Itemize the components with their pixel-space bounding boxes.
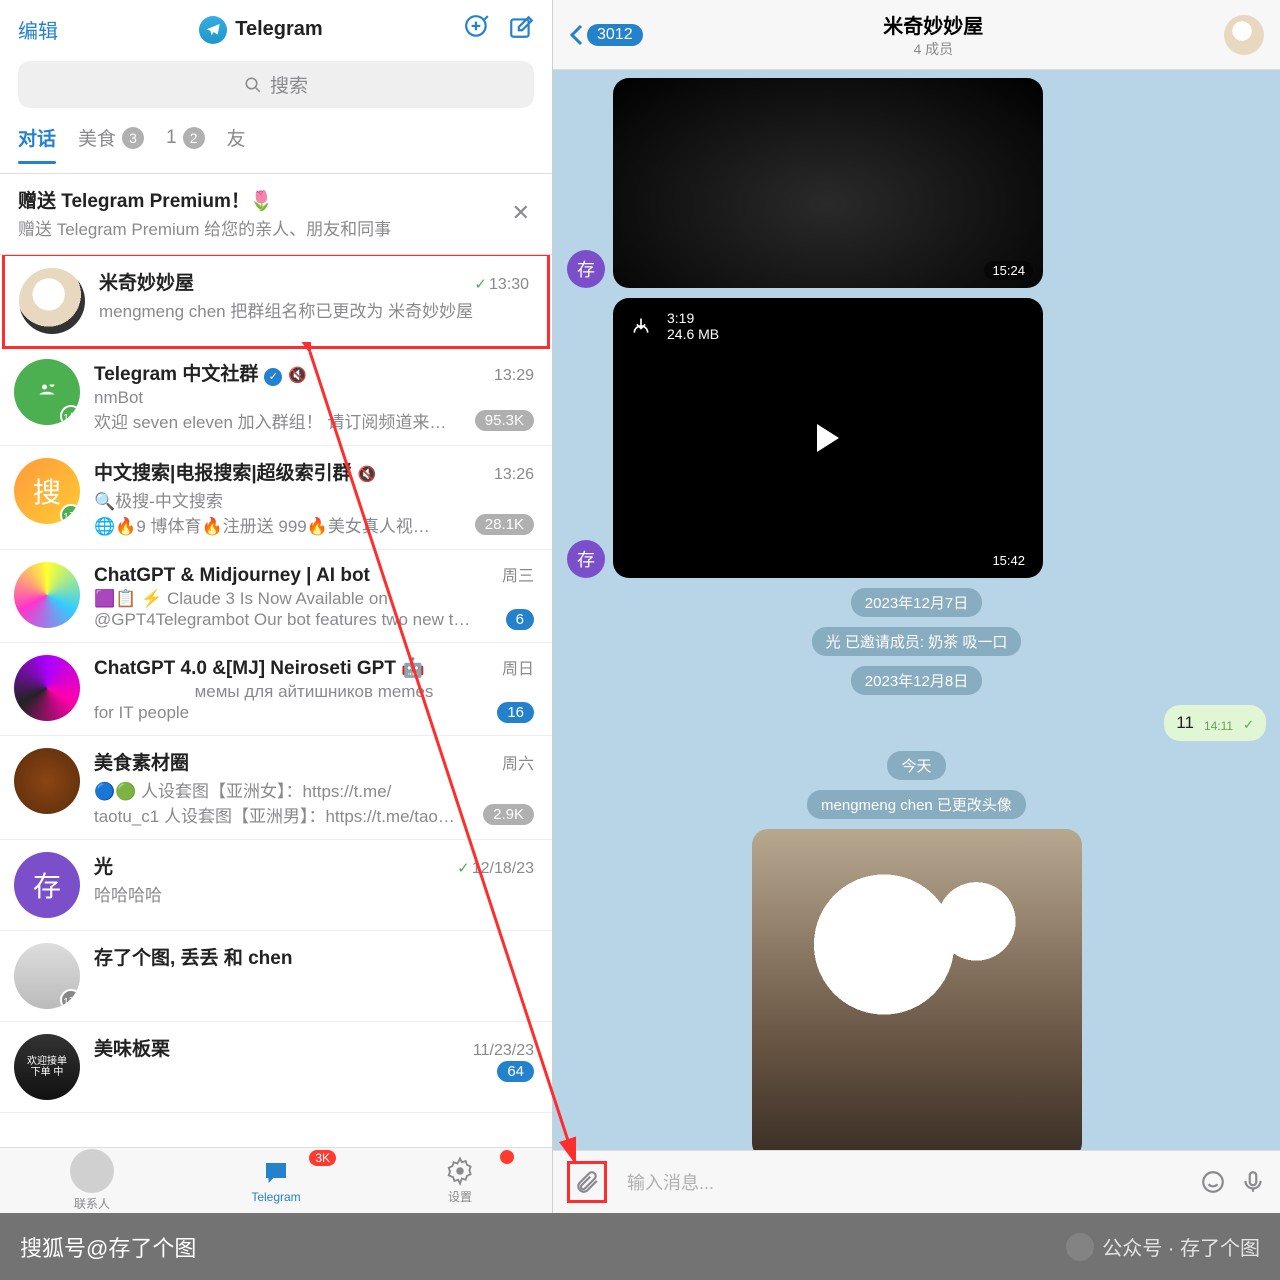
attach-button[interactable] (567, 1161, 607, 1203)
avatar: 存 (14, 852, 80, 918)
unread-badge: 95.3K (475, 410, 534, 431)
paperclip-icon (574, 1169, 600, 1195)
app-title: Telegram (58, 16, 464, 44)
contacts-icon (70, 1149, 114, 1193)
avatar: 搜1天 (14, 458, 80, 524)
tab-friends[interactable]: 友 (227, 124, 246, 163)
verified-icon: ✓ (264, 368, 282, 386)
chat-item-highlighted[interactable]: 米奇妙妙屋✓13:30 mengmeng chen 把群组名称已更改为 米奇妙妙… (2, 255, 550, 349)
message-input[interactable]: 输入消息... (619, 1161, 1188, 1203)
video-message[interactable]: 3:1924.6 MB 15:42 (613, 298, 1043, 578)
gear-icon (445, 1156, 475, 1186)
chat-preview: mengmeng chen 把群组名称已更改为 米奇妙妙屋 (99, 297, 529, 322)
telegram-logo-icon (199, 16, 227, 44)
tab-food[interactable]: 美食3 (78, 124, 144, 163)
add-contact-icon[interactable] (464, 14, 490, 45)
muted-icon: 🔇 (288, 366, 307, 384)
compose-icon[interactable] (508, 14, 534, 45)
system-message: 光 已邀请成员: 奶茶 吸一口 (812, 627, 1022, 656)
close-icon[interactable]: ✕ (508, 200, 534, 226)
video-message[interactable]: 15:24 (613, 78, 1043, 288)
play-icon[interactable] (817, 424, 839, 452)
nav-contacts[interactable]: 联系人 (0, 1148, 184, 1213)
chevron-left-icon (569, 24, 583, 46)
edit-button[interactable]: 编辑 (18, 15, 58, 44)
folder-tabs: 对话 美食3 12 友 (0, 118, 552, 174)
chat-list-panel: 编辑 Telegram 搜索 对话 美食3 12 (0, 0, 553, 1213)
tab-dialogs[interactable]: 对话 (18, 124, 56, 163)
date-separator: 今天 (887, 751, 945, 780)
search-input[interactable]: 搜索 (18, 61, 534, 108)
chat-panel: 3012 米奇妙妙屋 4 成员 存 15:24 存 3:1924.6 (553, 0, 1280, 1213)
wechat-icon (1066, 1233, 1094, 1261)
bottom-nav: 联系人 3K Telegram 设置 (0, 1147, 552, 1213)
chat-header: 3012 米奇妙妙屋 4 成员 (553, 0, 1280, 70)
sticker-icon[interactable] (1200, 1169, 1226, 1195)
tab-1[interactable]: 12 (166, 127, 205, 161)
message-input-bar: 输入消息... (553, 1150, 1280, 1213)
banner-subtitle: 赠送 Telegram Premium 给您的亲人、朋友和同事 (18, 215, 508, 240)
alert-dot (500, 1150, 514, 1164)
message-time: 15:24 (984, 261, 1033, 280)
group-avatar[interactable] (1224, 15, 1264, 55)
avatar (14, 655, 80, 721)
chat-item[interactable]: 美食素材圈周六 🔵🟢 人设套图【亚洲女】：https://t.me/ taotu… (0, 736, 552, 840)
chat-item[interactable]: ChatGPT & Midjourney | AI bot周三 🟪📋 ⚡️ Cl… (0, 550, 552, 643)
system-message: mengmeng chen 已更改头像 (807, 790, 1026, 819)
mic-icon[interactable] (1240, 1169, 1266, 1195)
search-icon (244, 76, 262, 94)
sender-avatar[interactable]: 存 (567, 250, 605, 288)
chat-item[interactable]: 存 光✓12/18/23 哈哈哈哈 (0, 840, 552, 931)
watermark: 搜狐号@存了个图 公众号 · 存了个图 (0, 1213, 1280, 1280)
nav-settings[interactable]: 设置 (368, 1148, 552, 1213)
nav-telegram[interactable]: 3K Telegram (184, 1148, 368, 1213)
chat-item[interactable]: 欢迎接单下单 中 美味板栗11/23/23 64 (0, 1022, 552, 1113)
back-button[interactable]: 3012 (569, 24, 643, 46)
message-time: 15:42 (984, 551, 1033, 570)
chats-icon (261, 1158, 291, 1188)
chat-item[interactable]: 1月 Telegram 中文社群✓🔇13:29 nmBot 欢迎 seven e… (0, 347, 552, 446)
chat-item[interactable]: 搜1天 中文搜索|电报搜索|超级索引群🔇13:26 🔍极搜-中文搜索 🌐🔥9 博… (0, 446, 552, 550)
date-separator: 2023年12月8日 (851, 666, 982, 695)
avatar (14, 748, 80, 814)
avatar-photo[interactable] (752, 829, 1082, 1150)
download-icon[interactable] (623, 308, 659, 344)
avatar (19, 268, 85, 334)
chat-title[interactable]: 米奇妙妙屋 4 成员 (643, 10, 1224, 59)
chat-item[interactable]: 1天 存了个图, 丢丢 和 chen (0, 931, 552, 1022)
avatar: 1天 (14, 943, 80, 1009)
muted-icon: 🔇 (358, 465, 377, 483)
banner-title: 赠送 Telegram Premium！🌷 (18, 186, 508, 213)
avatar: 欢迎接单下单 中 (14, 1034, 80, 1100)
sender-avatar[interactable]: 存 (567, 540, 605, 578)
premium-banner[interactable]: 赠送 Telegram Premium！🌷 赠送 Telegram Premiu… (0, 174, 552, 255)
avatar (14, 562, 80, 628)
avatar: 1月 (14, 359, 80, 425)
date-separator: 2023年12月7日 (851, 588, 982, 617)
nav-badge: 3K (309, 1150, 336, 1166)
read-check-icon: ✓ (1243, 717, 1254, 733)
chat-name: 米奇妙妙屋 (99, 268, 194, 295)
outgoing-message[interactable]: 11 14:11 ✓ (1164, 705, 1266, 741)
chat-item[interactable]: ChatGPT 4.0 &[MJ] Neiroseti GPT 🤖周日 мемы… (0, 643, 552, 736)
